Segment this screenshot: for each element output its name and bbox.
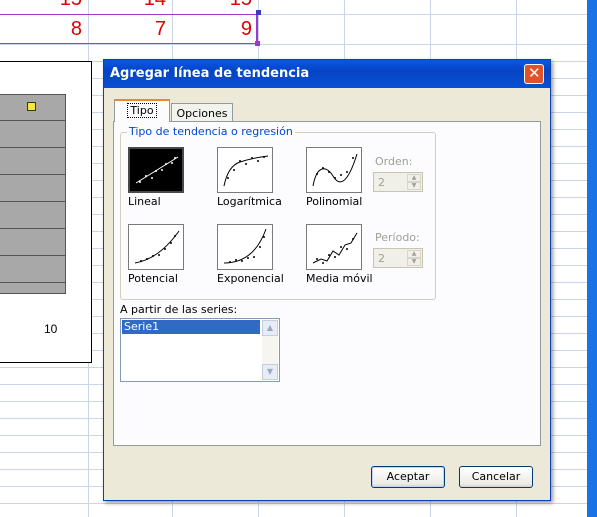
dialog-title: Agregar línea de tendencia bbox=[110, 66, 310, 81]
moving-average-trend-icon bbox=[312, 232, 358, 264]
tab-tipo-label: Tipo bbox=[127, 103, 157, 118]
order-value: 2 bbox=[378, 176, 385, 189]
tab-panel: Tipo de tendencia o regresión Lineal Log… bbox=[113, 121, 541, 446]
ok-button[interactable]: Aceptar bbox=[371, 466, 445, 488]
period-up-icon[interactable]: ▲ bbox=[407, 250, 421, 258]
trend-type-group: Tipo de tendencia o regresión Lineal Log… bbox=[120, 125, 436, 300]
tab-tipo[interactable]: Tipo bbox=[114, 99, 170, 122]
order-down-icon[interactable]: ▼ bbox=[407, 182, 421, 190]
trend-poly-label: Polinomial bbox=[306, 195, 363, 208]
tab-opciones[interactable]: Opciones bbox=[171, 103, 233, 123]
dialog-titlebar[interactable]: Agregar línea de tendencia ✕ bbox=[104, 60, 550, 88]
period-spinner[interactable]: 2 ▲ ▼ bbox=[373, 248, 423, 268]
trend-linear-label: Lineal bbox=[128, 195, 161, 208]
chart-data-marker[interactable] bbox=[27, 102, 36, 111]
order-up-icon[interactable]: ▲ bbox=[407, 174, 421, 182]
trend-log-label: Logarítmica bbox=[217, 195, 282, 208]
trend-poly-option[interactable] bbox=[306, 147, 362, 193]
period-value: 2 bbox=[378, 252, 385, 265]
power-trend-icon bbox=[134, 230, 180, 264]
trend-moving-avg-option[interactable] bbox=[306, 224, 362, 270]
cell-partial-3[interactable]: 15 bbox=[182, 0, 252, 11]
selection-handle[interactable] bbox=[255, 41, 260, 46]
trend-type-group-title: Tipo de tendencia o regresión bbox=[127, 125, 295, 138]
order-label: Orden: bbox=[375, 155, 413, 168]
trend-power-option[interactable] bbox=[128, 224, 184, 270]
trend-power-label: Potencial bbox=[128, 272, 178, 285]
trend-log-option[interactable] bbox=[217, 147, 273, 193]
add-trendline-dialog: Agregar línea de tendencia ✕ Tipo Opcion… bbox=[103, 59, 551, 501]
close-button[interactable]: ✕ bbox=[524, 64, 544, 84]
embedded-chart[interactable]: 10 bbox=[0, 61, 92, 363]
series-label: A partir de las series: bbox=[120, 303, 238, 316]
period-down-icon[interactable]: ▼ bbox=[407, 258, 421, 266]
chart-plot-area[interactable] bbox=[0, 94, 66, 294]
series-listbox[interactable]: Serie1 ▲ ▼ bbox=[120, 318, 280, 382]
order-spinner[interactable]: 2 ▲ ▼ bbox=[373, 172, 423, 192]
polynomial-trend-icon bbox=[312, 153, 358, 187]
trend-linear-option[interactable] bbox=[128, 147, 184, 193]
series-list-item[interactable]: Serie1 bbox=[122, 320, 260, 334]
cell-partial-1[interactable]: 15 bbox=[12, 0, 82, 11]
period-label: Período: bbox=[375, 231, 420, 244]
selection-handle[interactable] bbox=[256, 10, 261, 15]
logarithmic-trend-icon bbox=[223, 155, 269, 187]
series-scrollbar[interactable]: ▲ ▼ bbox=[262, 320, 278, 380]
chart-axis-label: 10 bbox=[44, 322, 58, 336]
trend-exp-label: Exponencial bbox=[217, 272, 284, 285]
cancel-button[interactable]: Cancelar bbox=[459, 466, 533, 488]
tab-opciones-label: Opciones bbox=[176, 107, 228, 120]
cell-partial-2[interactable]: 14 bbox=[96, 0, 166, 11]
trend-moving-avg-label: Media móvil bbox=[306, 272, 373, 285]
scroll-up-icon[interactable]: ▲ bbox=[262, 320, 278, 336]
close-icon: ✕ bbox=[528, 64, 541, 82]
trend-exp-option[interactable] bbox=[217, 224, 273, 270]
selection-border bbox=[0, 14, 258, 44]
scroll-down-icon[interactable]: ▼ bbox=[262, 364, 278, 380]
linear-trend-icon bbox=[135, 156, 179, 184]
exponential-trend-icon bbox=[223, 228, 267, 264]
